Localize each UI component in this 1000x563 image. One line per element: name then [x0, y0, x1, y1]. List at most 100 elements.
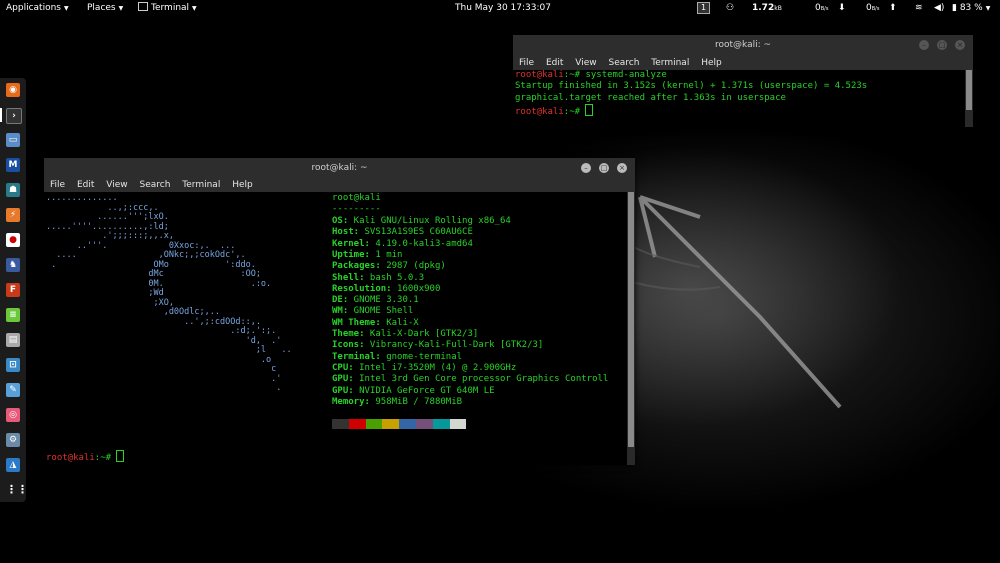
terminal-app-menu[interactable]: Terminal ▼: [138, 0, 197, 17]
info-value: 2987 (dpkg): [380, 261, 446, 272]
terminal-output[interactable]: .............. ..,;:ccc,. ......''';lxO.…: [44, 192, 635, 465]
beef-icon[interactable]: ♞: [6, 258, 20, 272]
scrollbar[interactable]: [627, 192, 635, 465]
info-line: GPU: NVIDIA GeForce GT 640M LE: [332, 386, 495, 397]
terminal-window-small[interactable]: root@kali: ~ – □ × File Edit View Search…: [513, 35, 973, 127]
menu-view[interactable]: View: [106, 180, 127, 190]
battery-indicator[interactable]: ▮ 83 % ▼: [952, 0, 990, 17]
output-line: graphical.target reached after 1.363s in…: [515, 92, 786, 103]
kali-ascii-logo: .............. ..,;:ccc,. ......''';lxO.…: [46, 193, 292, 394]
minimize-button[interactable]: –: [581, 163, 591, 173]
menu-file[interactable]: File: [50, 180, 65, 190]
info-line: Packages: 2987 (dpkg): [332, 261, 446, 272]
cherrytree-icon[interactable]: ▤: [6, 333, 20, 347]
dash-dock: ◉ › ▭ M ☗ ⚡ ● ♞ F ≡ ▤ ⊡ ✎ ◎ ⚙ ◮ ⋮⋮: [0, 78, 28, 502]
maximize-button[interactable]: □: [599, 163, 609, 173]
info-key: Resolution:: [332, 283, 392, 294]
net-speed[interactable]: 1.72kB: [752, 0, 782, 17]
metasploit-icon[interactable]: ☗: [6, 183, 20, 197]
applications-menu[interactable]: Applications ▼: [6, 0, 69, 17]
maximize-button[interactable]: □: [937, 40, 947, 50]
workspace-indicator[interactable]: 1: [697, 0, 711, 17]
color-swatch: [365, 419, 383, 429]
firefox-icon[interactable]: ◉: [6, 83, 20, 97]
menu-bar: File Edit View Search Terminal Help: [513, 56, 973, 70]
maltego-icon[interactable]: M: [6, 158, 20, 172]
info-value: Intel i7-3520M (4) @ 2.900GHz: [353, 362, 517, 373]
user-host: root@kali: [332, 193, 381, 203]
info-value: SVS13A1S9ES C60AU6CE: [359, 227, 473, 238]
leafpad-icon[interactable]: ≡: [6, 308, 20, 322]
close-button[interactable]: ×: [617, 163, 627, 173]
color-palette: [332, 419, 467, 433]
scrollbar[interactable]: [965, 70, 973, 127]
info-value: Kali-X: [380, 317, 419, 328]
info-value: Intel 3rd Gen Core processor Graphics Co…: [353, 374, 609, 385]
burpsuite-icon[interactable]: ⚡: [6, 208, 20, 222]
info-value: Kali-X-Dark [GTK2/3]: [364, 329, 479, 339]
menu-search[interactable]: Search: [139, 180, 170, 190]
window-titlebar[interactable]: root@kali: ~ – □ ×: [44, 158, 635, 178]
people-icon[interactable]: ⚇: [726, 0, 734, 17]
info-line: WM: GNOME Shell: [332, 306, 413, 317]
menu-view[interactable]: View: [575, 58, 596, 68]
menu-help[interactable]: Help: [232, 180, 253, 190]
menu-bar: File Edit View Search Terminal Help: [44, 178, 635, 192]
info-value: Vibrancy-Kali-Full-Dark [GTK2/3]: [364, 340, 544, 351]
menu-edit[interactable]: Edit: [546, 58, 563, 68]
terminal-app-icon: [138, 2, 148, 11]
screenshot-icon[interactable]: ◎: [6, 408, 20, 422]
info-line: CPU: Intel i7-3520M (4) @ 2.900GHz: [332, 363, 516, 374]
faraday-icon[interactable]: F: [6, 283, 20, 297]
info-value: NVIDIA GeForce GT 640M LE: [353, 385, 495, 396]
volume-icon[interactable]: ◀): [934, 0, 944, 17]
info-value: bash 5.0.3: [364, 272, 425, 283]
info-line: GPU: Intel 3rd Gen Core processor Graphi…: [332, 374, 608, 385]
info-line: DE: GNOME 3.30.1: [332, 295, 419, 306]
clock[interactable]: Thu May 30 17:33:07: [455, 0, 551, 17]
info-key: CPU:: [332, 362, 354, 373]
armitage-icon[interactable]: ●: [6, 233, 20, 247]
wireshark-icon[interactable]: ◮: [6, 458, 20, 472]
separator-line: ---------: [332, 204, 381, 215]
info-key: GPU:: [332, 374, 354, 385]
menu-file[interactable]: File: [519, 58, 534, 68]
battery-icon: ▮: [952, 3, 957, 13]
terminal-icon[interactable]: ›: [6, 108, 22, 124]
files-icon[interactable]: ▭: [6, 133, 20, 147]
settings-icon[interactable]: ⚙: [6, 433, 20, 447]
places-menu[interactable]: Places ▼: [87, 0, 123, 17]
menu-search[interactable]: Search: [608, 58, 639, 68]
show-apps-icon[interactable]: ⋮⋮: [6, 483, 28, 497]
color-swatch: [332, 419, 349, 429]
wifi-icon[interactable]: ≋: [915, 0, 923, 17]
info-line: Resolution: 1600x900: [332, 284, 440, 295]
running-indicator: [0, 108, 2, 122]
terminal-window-main[interactable]: root@kali: ~ – □ × File Edit View Search…: [44, 158, 635, 465]
color-swatch: [415, 419, 433, 429]
menu-terminal[interactable]: Terminal: [651, 58, 689, 68]
terminal-output[interactable]: root@kali:~# systemd-analyze Startup fin…: [513, 70, 973, 127]
minimize-button[interactable]: –: [919, 40, 929, 50]
prompt-line: root@kali:~#: [515, 103, 594, 118]
info-key: GPU:: [332, 385, 354, 396]
info-value: 958MiB / 7880MiB: [369, 396, 463, 407]
info-line: WM Theme: Kali-X: [332, 318, 419, 329]
info-key: Packages:: [332, 261, 381, 272]
text-cursor: [585, 103, 594, 116]
info-key: Host:: [332, 227, 360, 238]
info-value: GNOME Shell: [348, 306, 414, 317]
close-button[interactable]: ×: [955, 40, 965, 50]
window-titlebar[interactable]: root@kali: ~ – □ ×: [513, 35, 973, 56]
ascii-art-line: .: [46, 383, 282, 393]
info-value: gnome-terminal: [380, 351, 463, 362]
menu-terminal[interactable]: Terminal: [182, 180, 220, 190]
color-swatch: [449, 419, 467, 429]
info-key: DE:: [332, 295, 349, 306]
notes-icon[interactable]: ✎: [6, 383, 20, 397]
menu-help[interactable]: Help: [701, 58, 722, 68]
info-line: Icons: Vibrancy-Kali-Full-Dark [GTK2/3]: [332, 340, 543, 351]
menu-edit[interactable]: Edit: [77, 180, 94, 190]
recordmydesktop-icon[interactable]: ⊡: [6, 358, 20, 372]
info-value: 4.19.0-kali3-amd64: [369, 238, 473, 249]
